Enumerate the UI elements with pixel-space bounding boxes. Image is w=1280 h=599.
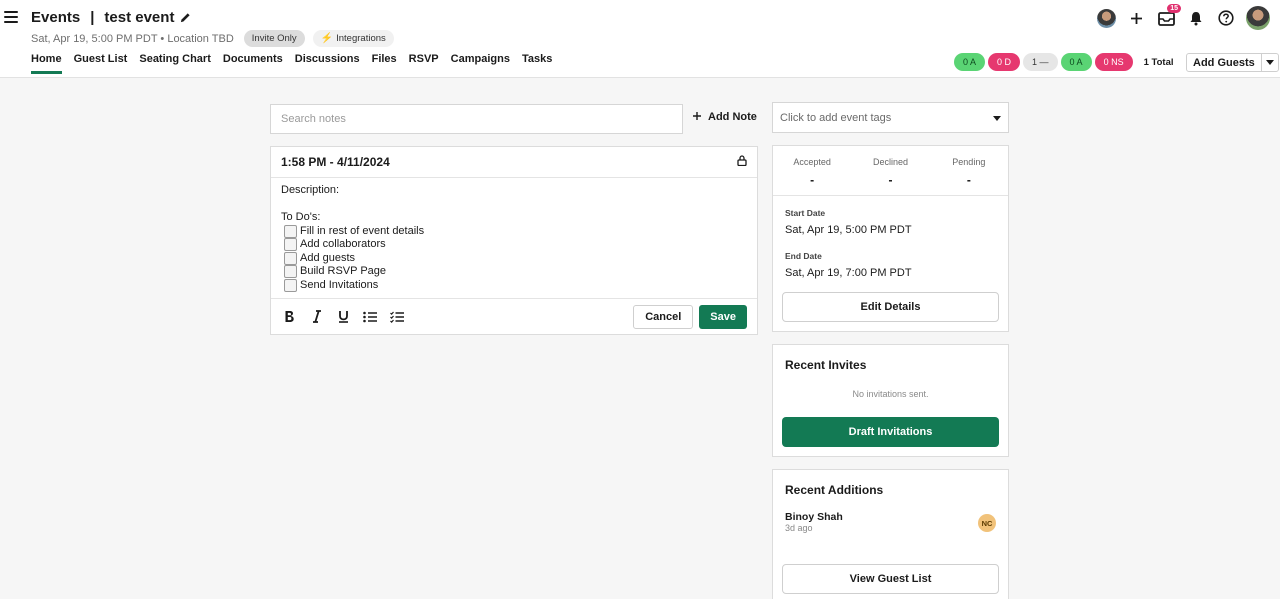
- stat-declined: Declined -: [872, 157, 908, 187]
- user-avatar[interactable]: [1246, 6, 1270, 30]
- chevron-down-icon: [993, 112, 1001, 124]
- page-title: Events | test event: [31, 9, 191, 26]
- todo-checkbox[interactable]: [284, 224, 297, 238]
- todo-text: Fill in rest of event details: [300, 224, 425, 237]
- start-date-label: Start Date: [785, 208, 826, 218]
- integrations-badge[interactable]: ⚡ Integrations: [312, 30, 394, 47]
- todo-checkbox[interactable]: [284, 251, 297, 265]
- tab-campaigns[interactable]: Campaigns: [451, 53, 510, 74]
- inbox-icon[interactable]: 15: [1156, 4, 1181, 28]
- add-note-label: Add Note: [708, 111, 757, 123]
- recent-invites-card: Recent Invites No invitations sent. Draf…: [772, 344, 1009, 457]
- todo-checkbox[interactable]: [284, 278, 297, 292]
- attended-pill[interactable]: 0 A: [1060, 53, 1092, 71]
- menu-icon[interactable]: [4, 11, 18, 23]
- invite-only-badge[interactable]: Invite Only: [243, 30, 305, 47]
- tab-seating-chart[interactable]: Seating Chart: [139, 53, 211, 74]
- guest-total: 1 Total: [1143, 56, 1174, 68]
- lock-icon[interactable]: [737, 155, 747, 169]
- todo-checkbox[interactable]: [284, 265, 297, 279]
- todo-text: Build RSVP Page: [300, 265, 387, 277]
- tab-discussions[interactable]: Discussions: [295, 53, 360, 74]
- search-notes-input[interactable]: [270, 104, 683, 134]
- tab-tasks[interactable]: Tasks: [522, 53, 552, 74]
- integrations-label: Integrations: [336, 33, 386, 44]
- rsvp-summary-pills: 0 A 0 D 1 — 0 A 0 NS 1 Total: [954, 53, 1174, 71]
- note-title: 1:58 PM - 4/11/2024: [281, 155, 390, 169]
- recent-additions-card: Recent Additions Binoy Shah 3d ago NC Vi…: [772, 469, 1009, 599]
- todo-checkbox[interactable]: [284, 238, 297, 252]
- bullet-list-icon[interactable]: [362, 308, 379, 325]
- note-body[interactable]: Description: To Do's: Fill in rest of ev…: [271, 178, 757, 292]
- todo-label: To Do's:: [281, 211, 321, 223]
- checklist-icon[interactable]: [389, 308, 406, 325]
- event-tags-placeholder: Click to add event tags: [780, 111, 892, 124]
- guest-added-time: 3d ago: [785, 523, 813, 533]
- tab-rsvp[interactable]: RSVP: [409, 53, 439, 74]
- todo-item[interactable]: Add collaborators: [284, 238, 747, 252]
- stat-pending: Pending -: [952, 157, 986, 187]
- lightning-icon: ⚡: [320, 33, 334, 44]
- declined-pill[interactable]: 0 D: [988, 53, 1021, 71]
- title-separator: |: [90, 9, 95, 26]
- top-header: Events | test event Sat, Apr 19, 5:00 PM…: [0, 0, 1280, 78]
- note-toolbar: Cancel Save: [271, 298, 757, 334]
- rsvp-stats: Accepted - Declined - Pending -: [773, 146, 1008, 196]
- note-header: 1:58 PM - 4/11/2024: [271, 147, 757, 178]
- pencil-icon[interactable]: [180, 12, 191, 23]
- stat-accepted: Accepted -: [793, 157, 831, 187]
- note-editor: 1:58 PM - 4/11/2024 Description: To Do's…: [270, 146, 758, 335]
- plus-icon: [693, 111, 701, 123]
- no-show-pill[interactable]: 0 NS: [1094, 53, 1133, 71]
- tab-guest-list[interactable]: Guest List: [74, 53, 128, 74]
- italic-icon[interactable]: [308, 308, 325, 325]
- header-actions: 15: [1097, 4, 1270, 30]
- no-invites-text: No invitations sent.: [852, 389, 929, 399]
- underline-icon[interactable]: [335, 308, 352, 325]
- save-button[interactable]: Save: [699, 304, 747, 329]
- event-summary-card: Accepted - Declined - Pending - Start Date …: [772, 145, 1009, 332]
- app-title[interactable]: Events: [31, 9, 80, 26]
- edit-details-button[interactable]: Edit Details: [782, 292, 999, 322]
- chevron-down-icon[interactable]: [1262, 60, 1278, 65]
- event-tabs: Home Guest List Seating Chart Documents …: [31, 53, 564, 74]
- event-title: test event: [104, 9, 175, 26]
- accepted-pill[interactable]: 0 A: [954, 53, 986, 71]
- bold-icon[interactable]: [281, 308, 298, 325]
- plus-icon[interactable]: [1126, 8, 1146, 28]
- todo-item[interactable]: Send Invitations: [284, 279, 747, 293]
- draft-invitations-button[interactable]: Draft Invitations: [782, 417, 999, 447]
- bell-icon[interactable]: [1186, 8, 1206, 28]
- add-guests-label[interactable]: Add Guests: [1187, 54, 1262, 71]
- end-date-value: Sat, Apr 19, 7:00 PM PDT: [785, 267, 912, 279]
- todo-text: Add guests: [300, 251, 356, 264]
- start-date-value: Sat, Apr 19, 5:00 PM PDT: [785, 224, 912, 236]
- todo-item[interactable]: Add guests: [284, 252, 747, 266]
- tab-home[interactable]: Home: [31, 53, 62, 74]
- notification-count: 15: [1167, 4, 1181, 13]
- recent-additions-title: Recent Additions: [785, 483, 884, 497]
- event-subtitle: Sat, Apr 19, 5:00 PM PDT • Location TBD …: [31, 30, 394, 47]
- view-guest-list-button[interactable]: View Guest List: [782, 564, 999, 594]
- collaborator-avatar[interactable]: [1097, 8, 1116, 28]
- help-icon[interactable]: [1216, 8, 1236, 28]
- add-guests-button[interactable]: Add Guests: [1186, 53, 1279, 72]
- todo-text: Send Invitations: [300, 278, 379, 291]
- event-dates: Start Date Sat, Apr 19, 5:00 PM PDT End …: [773, 196, 1008, 279]
- end-date-label: End Date: [785, 251, 822, 261]
- event-date-location: Sat, Apr 19, 5:00 PM PDT • Location TBD: [31, 32, 234, 45]
- pending-pill[interactable]: 1 —: [1023, 53, 1058, 71]
- guest-initials-avatar[interactable]: NC: [978, 514, 996, 532]
- todo-item[interactable]: Fill in rest of event details: [284, 225, 747, 239]
- todo-item[interactable]: Build RSVP Page: [284, 265, 747, 279]
- recent-invites-title: Recent Invites: [785, 358, 867, 372]
- description-label: Description:: [281, 184, 340, 196]
- event-tags-select[interactable]: Click to add event tags: [772, 102, 1009, 133]
- guest-name[interactable]: Binoy Shah: [785, 511, 843, 523]
- add-note-button[interactable]: Add Note: [693, 111, 757, 123]
- tab-files[interactable]: Files: [372, 53, 397, 74]
- tab-documents[interactable]: Documents: [223, 53, 283, 74]
- cancel-button[interactable]: Cancel: [633, 304, 694, 329]
- todo-text: Add collaborators: [300, 238, 386, 250]
